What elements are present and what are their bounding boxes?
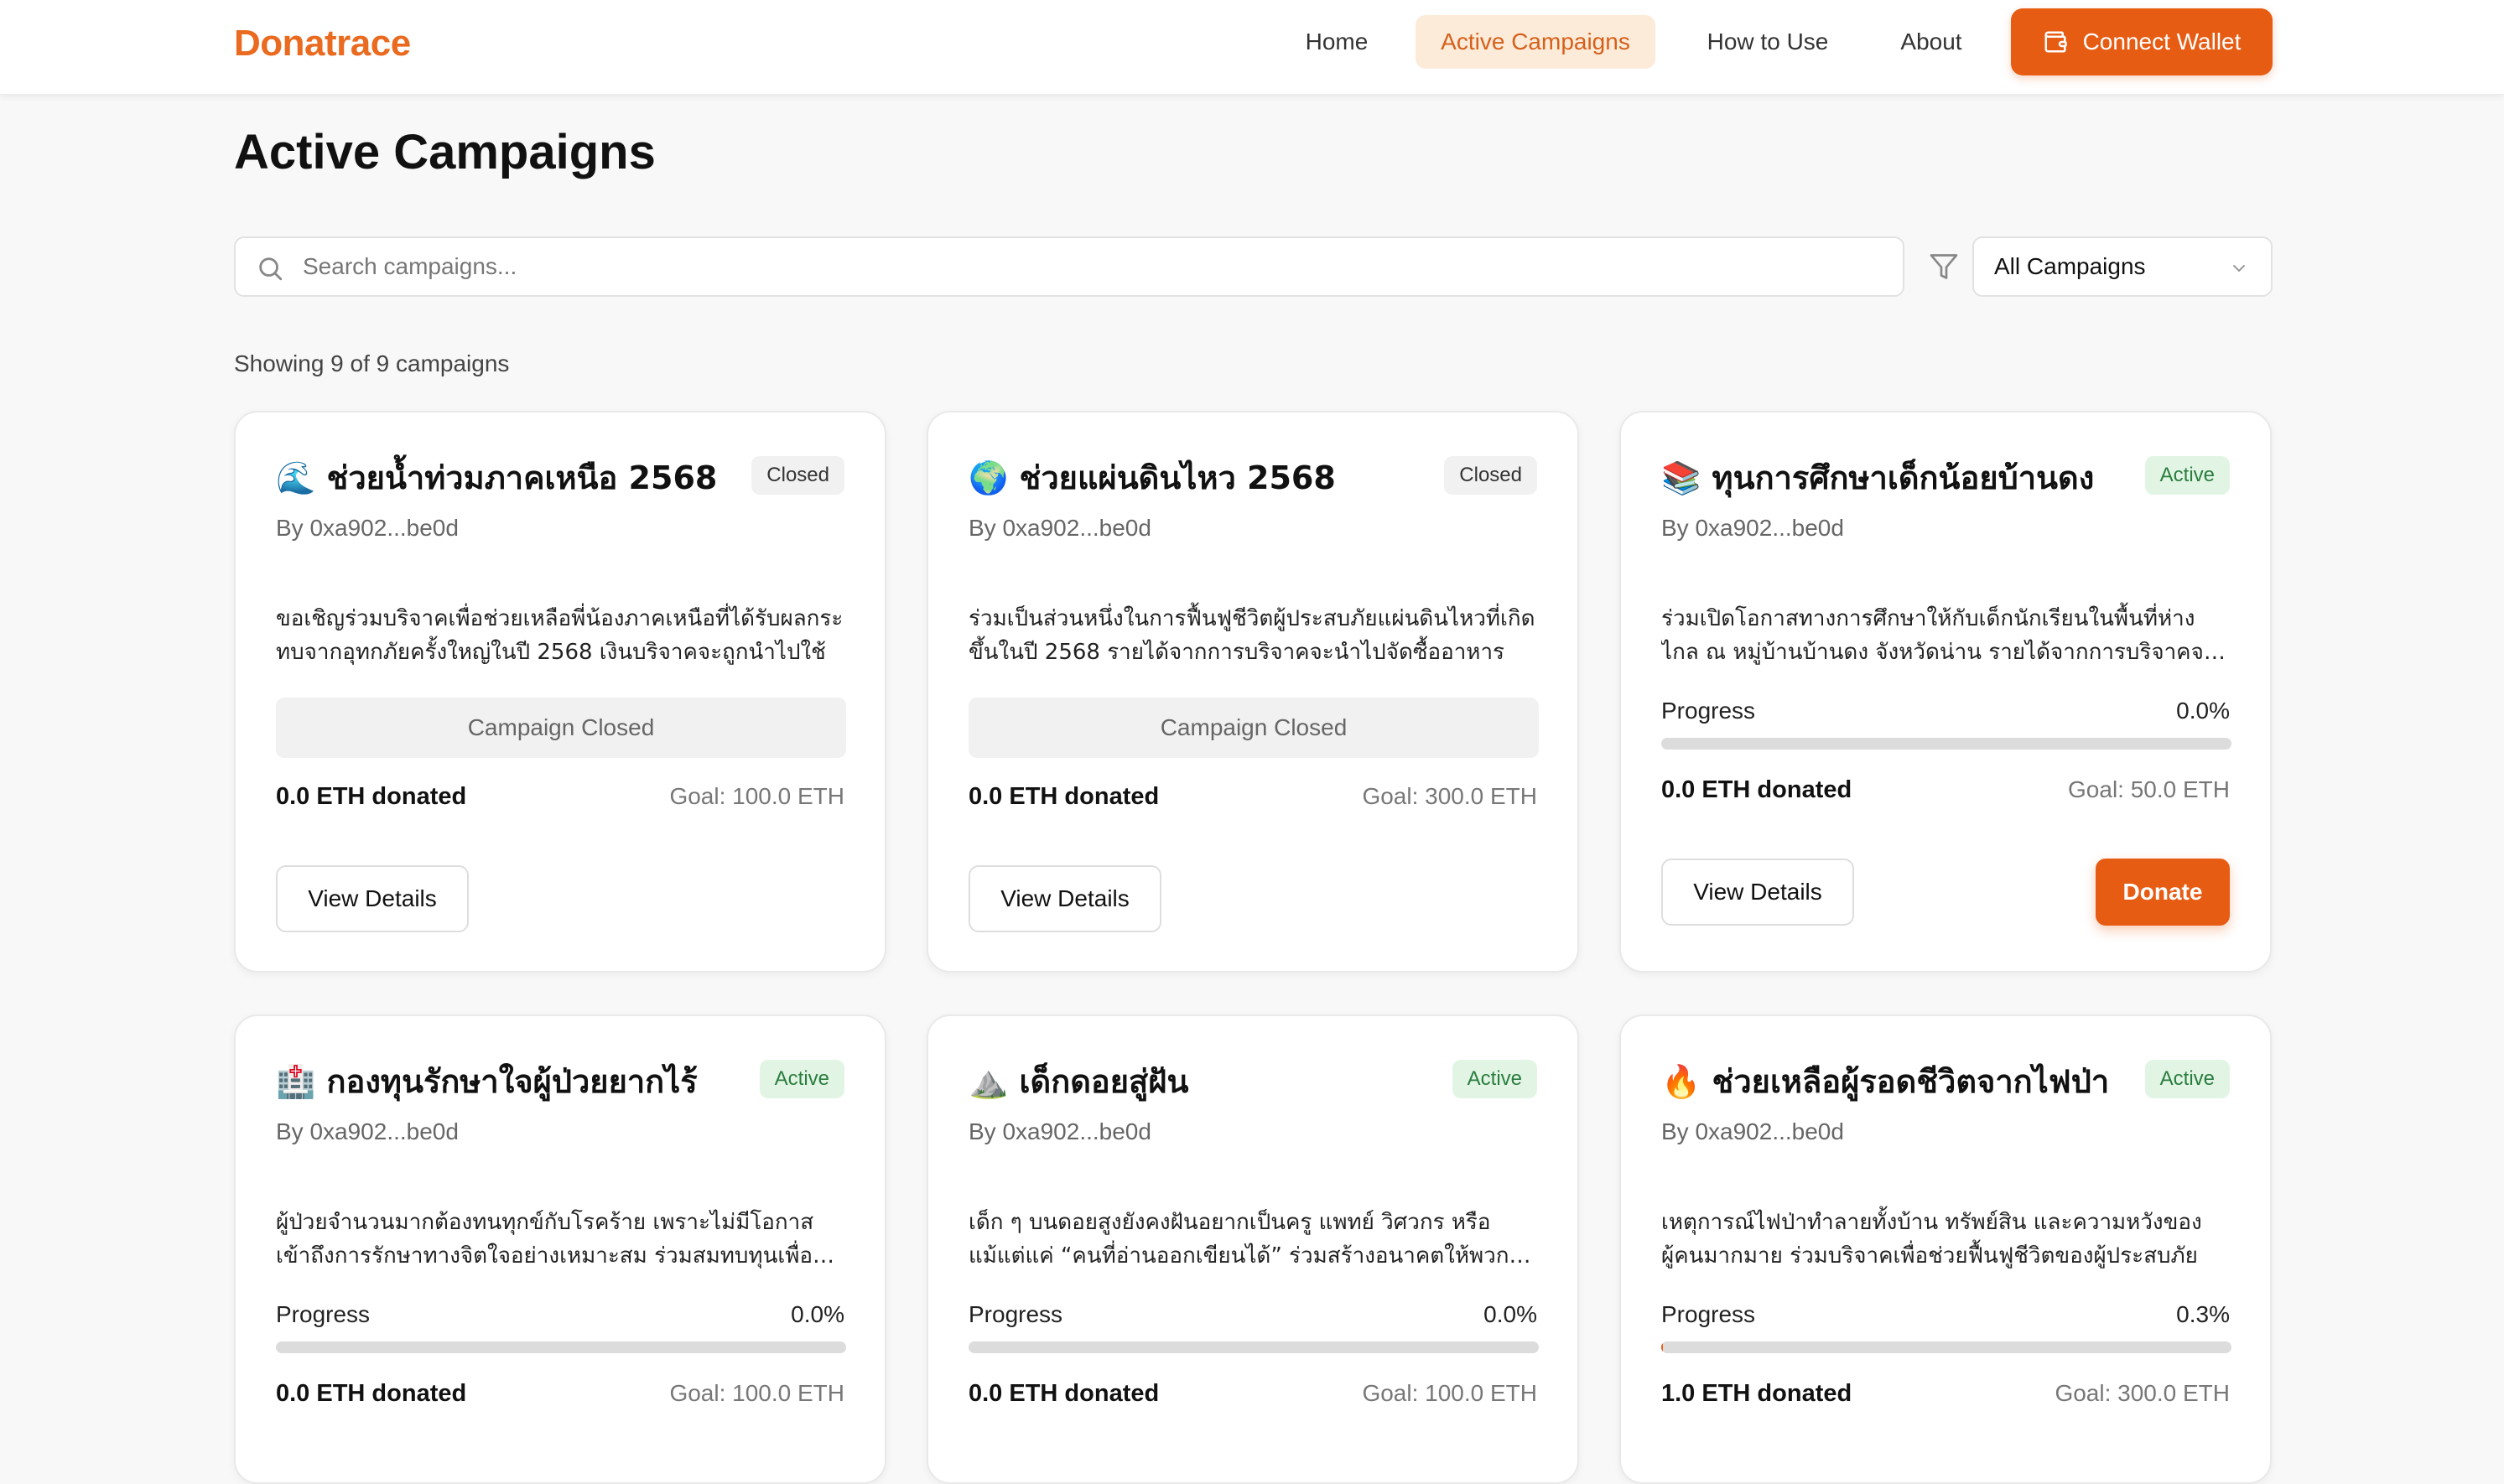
donate-button[interactable]: Donate — [2096, 859, 2230, 926]
connect-wallet-label: Connect Wallet — [2082, 29, 2242, 54]
campaign-author: By 0xa902...be0d — [276, 1118, 459, 1144]
campaign-title: 🏥 กองทุนรักษาใจผู้ป่วยยากไร้ — [276, 1063, 698, 1100]
chevron-down-icon — [2233, 265, 2245, 272]
campaign-author: By 0xa902...be0d — [969, 515, 1151, 541]
campaign-title: 📚 ทุนการศึกษาเด็กน้อยบ้านดง — [1661, 459, 2095, 496]
filter-icon[interactable] — [1929, 252, 1959, 282]
donated-amount: 0.0 ETH donated — [969, 1380, 1160, 1407]
wallet-icon — [2044, 31, 2067, 53]
progress-label: Progress — [1661, 1301, 1756, 1327]
status-badge: Active — [1452, 1060, 1537, 1098]
campaign-card: 📚 ทุนการศึกษาเด็กน้อยบ้านดง Active By 0x… — [1619, 411, 2272, 973]
status-badge: Closed — [1444, 456, 1537, 495]
search-icon — [259, 257, 283, 281]
goal-amount: Goal: 300.0 ETH — [1362, 783, 1537, 809]
nav-active-campaigns[interactable]: Active Campaigns — [1416, 15, 1655, 69]
campaign-filter-select[interactable]: All Campaigns — [1972, 236, 2273, 297]
view-details-button[interactable]: View Details — [276, 865, 469, 932]
status-badge: Active — [759, 1060, 844, 1098]
progress-bar-fill — [1661, 1341, 1664, 1353]
donated-amount: 1.0 ETH donated — [1661, 1380, 1852, 1407]
status-badge: Active — [2144, 456, 2230, 495]
progress-label: Progress — [276, 1301, 371, 1327]
campaign-card: 🌊 ช่วยน้ำท่วมภาคเหนือ 2568 Closed By 0xa… — [234, 411, 886, 973]
view-details-button[interactable]: View Details — [969, 865, 1161, 932]
campaign-author: By 0xa902...be0d — [969, 1118, 1151, 1144]
campaign-card: 🏥 กองทุนรักษาใจผู้ป่วยยากไร้ Active By 0… — [234, 1014, 886, 1484]
donated-amount: 0.0 ETH donated — [276, 1380, 467, 1407]
progress-bar — [276, 1341, 846, 1353]
campaign-author: By 0xa902...be0d — [1661, 515, 1844, 541]
top-navigation-bar: Donatrace Home Active Campaigns How to U… — [0, 0, 2504, 95]
donated-amount: 0.0 ETH donated — [1661, 776, 1852, 803]
nav-home[interactable]: Home — [1290, 15, 1384, 69]
campaign-title: 🌊 ช่วยน้ำท่วมภาคเหนือ 2568 — [276, 459, 718, 496]
campaign-card: 🔥 ช่วยเหลือผู้รอดชีวิตจากไฟป่า Active By… — [1619, 1014, 2272, 1484]
nav-how-to-use[interactable]: How to Use — [1684, 15, 1852, 69]
donated-amount: 0.0 ETH donated — [276, 783, 467, 810]
progress-percent: 0.0% — [791, 1301, 844, 1327]
progress-bar — [969, 1341, 1539, 1353]
progress-label: Progress — [1661, 698, 1756, 724]
campaign-title: 🔥 ช่วยเหลือผู้รอดชีวิตจากไฟป่า — [1661, 1063, 2110, 1100]
page-title: Active Campaigns — [234, 125, 656, 179]
connect-wallet-button[interactable]: Connect Wallet — [2011, 8, 2273, 75]
campaign-description: เหตุการณ์ไฟป่าทำลายทั้งบ้าน ทรัพย์สิน แล… — [1661, 1210, 2202, 1269]
campaign-title: 🌍 ช่วยแผ่นดินไหว 2568 — [969, 459, 1336, 496]
app-logo[interactable]: Donatrace — [234, 18, 411, 69]
campaign-filter-value: All Campaigns — [1994, 253, 2146, 279]
campaign-card: 🌍 ช่วยแผ่นดินไหว 2568 Closed By 0xa902..… — [927, 411, 1579, 973]
nav-about[interactable]: About — [1878, 15, 1984, 69]
view-details-button[interactable]: View Details — [1661, 859, 1854, 926]
campaign-description: เด็ก ๆ บนดอยสูงยังคงฝันอยากเป็นครู แพทย์… — [969, 1210, 1509, 1269]
status-badge: Active — [2144, 1060, 2230, 1098]
progress-percent: 0.0% — [1483, 1301, 1537, 1327]
campaign-card: ⛰️ เด็กดอยสู่ฝัน Active By 0xa902...be0d… — [927, 1014, 1579, 1484]
progress-label: Progress — [969, 1301, 1063, 1327]
progress-bar — [1661, 738, 2231, 750]
donated-amount: 0.0 ETH donated — [969, 783, 1160, 810]
campaign-author: By 0xa902...be0d — [1661, 1118, 1844, 1144]
progress-percent: 0.3% — [2176, 1301, 2230, 1327]
goal-amount: Goal: 100.0 ETH — [1362, 1380, 1537, 1406]
search-input[interactable] — [303, 238, 1879, 295]
goal-amount: Goal: 100.0 ETH — [669, 1380, 844, 1406]
results-count: Showing 9 of 9 campaigns — [234, 350, 510, 376]
progress-percent: 0.0% — [2176, 698, 2230, 724]
goal-amount: Goal: 300.0 ETH — [2055, 1380, 2230, 1406]
campaign-title: ⛰️ เด็กดอยสู่ฝัน — [969, 1063, 1189, 1100]
campaign-author: By 0xa902...be0d — [276, 515, 459, 541]
campaign-description: ร่วมเป็นส่วนหนึ่งในการฟื้นฟูชีวิตผู้ประส… — [969, 606, 1535, 665]
goal-amount: Goal: 100.0 ETH — [669, 783, 844, 809]
progress-bar — [1661, 1341, 2231, 1353]
search-bar[interactable] — [234, 236, 1904, 297]
campaign-description: ขอเชิญร่วมบริจาคเพื่อช่วยเหลือพี่น้องภาค… — [276, 606, 844, 665]
campaign-closed-banner: Campaign Closed — [969, 698, 1539, 758]
status-badge: Closed — [751, 456, 844, 495]
campaign-description: ร่วมเปิดโอกาสทางการศึกษาให้กับเด็กนักเรี… — [1661, 606, 2216, 665]
campaign-closed-banner: Campaign Closed — [276, 698, 846, 758]
goal-amount: Goal: 50.0 ETH — [2068, 776, 2230, 802]
campaign-description: ผู้ป่วยจำนวนมากต้องทนทุกข์กับโรคร้าย เพร… — [276, 1210, 814, 1269]
